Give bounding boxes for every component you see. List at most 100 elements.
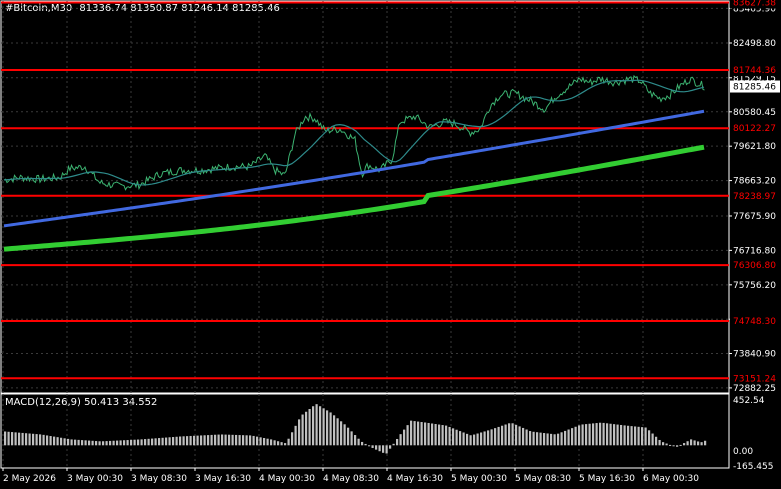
macd-histogram-bar <box>294 425 297 446</box>
macd-histogram-bar <box>469 435 472 446</box>
macd-histogram-bar <box>567 429 570 446</box>
time-tick-label: 4 May 16:30 <box>387 474 443 484</box>
level-label: 74748.30 <box>733 317 776 327</box>
macd-histogram-bar <box>494 428 497 446</box>
price-tick-label: 76716.80 <box>733 246 776 256</box>
macd-histogram-bar <box>140 439 143 446</box>
macd-histogram-bar <box>497 426 500 446</box>
macd-histogram-bar <box>368 445 371 447</box>
price-chart[interactable]: 83465.9082498.8081529.1580580.4579621.80… <box>0 0 781 489</box>
macd-histogram-bar <box>270 439 273 446</box>
macd-histogram-bar <box>637 426 640 446</box>
macd-histogram-bar <box>116 440 119 446</box>
macd-histogram-bar <box>627 425 630 446</box>
macd-histogram-bar <box>228 434 231 446</box>
macd-histogram-bar <box>571 428 574 446</box>
time-tick-label: 5 May 00:30 <box>451 474 507 484</box>
macd-histogram-bar <box>256 436 259 446</box>
macd-histogram-bar <box>585 424 588 446</box>
macd-histogram-bar <box>42 434 45 446</box>
level-label: 80122.27 <box>733 124 776 134</box>
macd-histogram-bar <box>130 439 133 446</box>
macd-histogram-bar <box>14 432 17 446</box>
macd-histogram-bar <box>196 435 199 446</box>
macd-histogram-bar <box>284 443 287 446</box>
macd-histogram-bar <box>669 444 672 446</box>
macd-histogram-bar <box>210 434 213 446</box>
macd-histogram-bar <box>336 418 339 446</box>
macd-histogram-bar <box>392 443 395 446</box>
macd-histogram-bar <box>32 433 35 446</box>
macd-histogram-bar <box>165 437 168 446</box>
macd-histogram-bar <box>333 415 336 446</box>
time-tick-label: 3 May 16:30 <box>195 474 251 484</box>
macd-histogram-bar <box>88 440 91 446</box>
macd-histogram-bar <box>616 424 619 446</box>
macd-histogram-bar <box>77 439 80 446</box>
macd-histogram-bar <box>532 431 535 446</box>
time-tick-label: 2 May 2026 <box>3 474 56 484</box>
macd-histogram-bar <box>287 438 290 446</box>
macd-histogram-bar <box>347 427 350 446</box>
macd-histogram-bar <box>252 435 255 446</box>
macd-histogram-bar <box>35 434 38 446</box>
macd-histogram-bar <box>550 433 553 446</box>
macd-histogram-bar <box>525 429 528 446</box>
macd-histogram-bar <box>564 430 567 446</box>
macd-histogram-bar <box>21 432 24 446</box>
macd-histogram-bar <box>259 437 262 446</box>
macd-histogram-bar <box>634 426 637 446</box>
macd-histogram-bar <box>214 434 217 446</box>
level-label: 76306.80 <box>733 261 776 271</box>
macd-histogram-bar <box>193 435 196 446</box>
macd-histogram-bar <box>462 432 465 446</box>
macd-tick-label: -165.455 <box>733 462 773 472</box>
macd-histogram-bar <box>609 423 612 446</box>
macd-histogram-bar <box>539 432 542 446</box>
macd-histogram-bar <box>343 424 346 446</box>
macd-histogram-bar <box>620 424 623 446</box>
macd-histogram-bar <box>186 436 189 446</box>
macd-histogram-bar <box>74 439 77 446</box>
macd-histogram-bar <box>459 431 462 446</box>
macd-histogram-bar <box>606 423 609 446</box>
main-frame <box>0 0 730 394</box>
price-tick-label: 78663.20 <box>733 177 776 187</box>
macd-histogram-bar <box>53 436 56 446</box>
macd-histogram-bar <box>578 425 581 446</box>
macd-histogram-bar <box>98 441 101 446</box>
macd-histogram-bar <box>683 443 686 446</box>
macd-tick-label: 0.00 <box>733 447 753 457</box>
macd-histogram-bar <box>504 424 507 446</box>
macd-histogram-bar <box>417 421 420 446</box>
macd-histogram-bar <box>126 440 129 446</box>
macd-histogram-bar <box>371 445 374 448</box>
macd-histogram-bar <box>147 438 150 446</box>
macd-histogram-bar <box>109 440 112 446</box>
macd-histogram-bar <box>560 432 563 446</box>
time-tick-label: 5 May 08:30 <box>515 474 571 484</box>
macd-histogram-bar <box>641 427 644 446</box>
macd-histogram-bar <box>18 432 21 446</box>
macd-histogram-bar <box>175 436 178 446</box>
macd-histogram-bar <box>91 440 94 446</box>
macd-histogram-bar <box>340 421 343 446</box>
macd-histogram-bar <box>389 445 392 449</box>
macd-histogram-bar <box>151 438 154 446</box>
macd-histogram-bar <box>28 433 31 446</box>
macd-histogram-bar <box>473 434 476 446</box>
macd-histogram-bar <box>70 439 73 446</box>
macd-histogram-bar <box>382 445 385 453</box>
macd-histogram-bar <box>326 410 329 446</box>
macd-histogram-bar <box>396 438 399 446</box>
macd-histogram-bar <box>543 433 546 446</box>
current-price-label: 81285.46 <box>733 83 776 93</box>
macd-histogram-bar <box>655 436 658 446</box>
macd-histogram-bar <box>452 428 455 446</box>
macd-histogram-bar <box>235 434 238 446</box>
level-label: 81744.36 <box>733 66 776 76</box>
macd-histogram-bar <box>420 422 423 446</box>
price-tick-label: 82498.80 <box>733 39 776 49</box>
macd-histogram-bar <box>11 432 14 446</box>
macd-histogram-bar <box>322 408 325 446</box>
